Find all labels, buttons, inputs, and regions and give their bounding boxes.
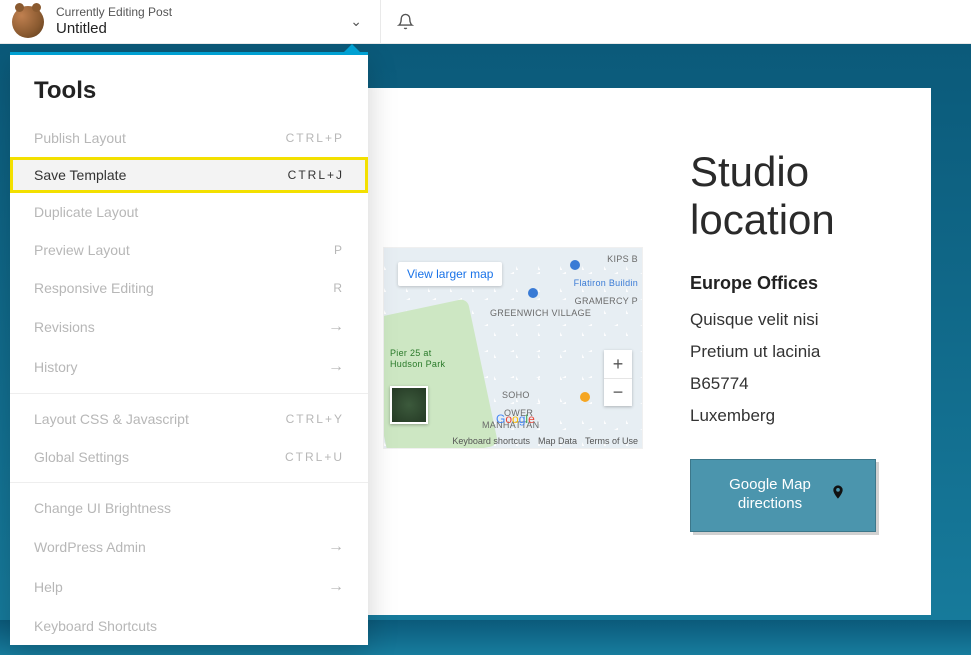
page-content: KIPS B Flatiron Buildin GRAMERCY P GREEN… [370,88,931,608]
tools-item-shortcut: CTRL+P [286,131,344,145]
location-line-2: Pretium ut lacinia [690,336,891,368]
map-label-soho: SOHO [502,390,530,400]
post-title: Untitled [56,20,172,37]
cta-label: Google Map directions [720,475,820,514]
map-keyboard-shortcuts-link[interactable]: Keyboard shortcuts [452,436,530,446]
tools-item-label: Global Settings [34,449,129,465]
tools-item-publish-layout[interactable]: Publish Layout CTRL+P [10,119,368,157]
tools-item-label: Help [34,579,63,595]
tools-item-label: History [34,359,78,375]
tools-item-label: Preview Layout [34,242,130,258]
chevron-down-icon[interactable]: ⌄ [350,13,362,30]
tools-item-revisions[interactable]: Revisions → [10,307,368,347]
arrow-right-icon: → [328,358,344,376]
menu-separator [10,393,368,394]
arrow-right-icon: → [328,318,344,336]
top-bar: Currently Editing Post Untitled ⌄ [0,0,971,44]
location-heading: Studio location [690,148,891,245]
map-zoom-control: + − [604,350,632,406]
tools-item-keyboard-shortcuts[interactable]: Keyboard Shortcuts [10,607,368,645]
location-subheading: Europe Offices [690,273,891,294]
top-bar-left[interactable]: Currently Editing Post Untitled ⌄ [0,6,380,38]
location-line-4: Luxemberg [690,400,891,432]
tools-item-global-settings[interactable]: Global Settings CTRL+U [10,438,368,476]
tools-item-shortcut: R [333,281,344,295]
tools-item-label: WordPress Admin [34,539,146,555]
arrow-right-icon: → [328,578,344,596]
tools-item-preview-layout[interactable]: Preview Layout P [10,231,368,269]
map-terms-link[interactable]: Terms of Use [585,436,638,446]
beaver-logo-icon [12,6,44,38]
map-poi-landmark-icon [570,260,580,270]
tools-item-change-ui-brightness[interactable]: Change UI Brightness [10,489,368,527]
notifications-button[interactable] [381,13,429,30]
tools-item-shortcut: P [334,243,344,257]
tools-item-save-template[interactable]: Save Template CTRL+J [10,157,368,193]
map-label-gramercy: GRAMERCY P [575,296,638,306]
tools-item-history[interactable]: History → [10,347,368,387]
tools-item-label: Keyboard Shortcuts [34,618,157,634]
map-footer: Keyboard shortcuts Map Data Terms of Use [384,436,642,446]
location-line-3: B65774 [690,368,891,400]
location-line-1: Quisque velit nisi [690,304,891,336]
tools-item-label: Save Template [34,167,126,183]
map-label-greenwich: GREENWICH VILLAGE [490,308,591,319]
map-label-kips-bay: KIPS B [607,254,638,264]
zoom-out-button[interactable]: − [604,378,632,406]
location-block: Studio location Europe Offices Quisque v… [690,148,891,568]
arrow-right-icon: → [328,538,344,556]
google-logo: Google [496,412,535,426]
tools-item-label: Duplicate Layout [34,204,138,220]
tools-menu-panel: Tools Publish Layout CTRL+P Save Template C… [10,52,368,645]
editing-info: Currently Editing Post Untitled [56,6,172,37]
map-label-pier25: Pier 25 at Hudson Park [390,348,460,370]
google-map-directions-button[interactable]: Google Map directions [690,459,876,532]
tools-item-label: Layout CSS & Javascript [34,411,189,427]
bell-icon [397,13,414,30]
map-poi-restaurant-icon [580,392,590,402]
tools-item-duplicate-layout[interactable]: Duplicate Layout [10,193,368,231]
map-label-flatiron: Flatiron Buildin [574,278,638,288]
tools-item-help[interactable]: Help → [10,567,368,607]
map-poi-metro-icon [528,288,538,298]
tools-item-responsive-editing[interactable]: Responsive Editing R [10,269,368,307]
tools-item-shortcut: CTRL+Y [286,412,344,426]
map-pin-icon [830,484,846,505]
tools-item-label: Revisions [34,319,95,335]
tools-item-label: Publish Layout [34,130,126,146]
view-larger-map-link[interactable]: View larger map [398,262,502,286]
tools-item-label: Responsive Editing [34,280,154,296]
tools-menu-title: Tools [10,55,368,119]
tools-item-wordpress-admin[interactable]: WordPress Admin → [10,527,368,567]
menu-separator [10,482,368,483]
map-embed[interactable]: KIPS B Flatiron Buildin GRAMERCY P GREEN… [384,248,642,448]
tools-item-layout-css-javascript[interactable]: Layout CSS & Javascript CTRL+Y [10,400,368,438]
tools-item-label: Change UI Brightness [34,500,171,516]
editing-label: Currently Editing Post [56,6,172,20]
zoom-in-button[interactable]: + [604,350,632,378]
street-view-thumb[interactable] [390,386,428,424]
tools-item-shortcut: CTRL+J [288,168,344,182]
tools-item-shortcut: CTRL+U [285,450,344,464]
map-data-link[interactable]: Map Data [538,436,577,446]
